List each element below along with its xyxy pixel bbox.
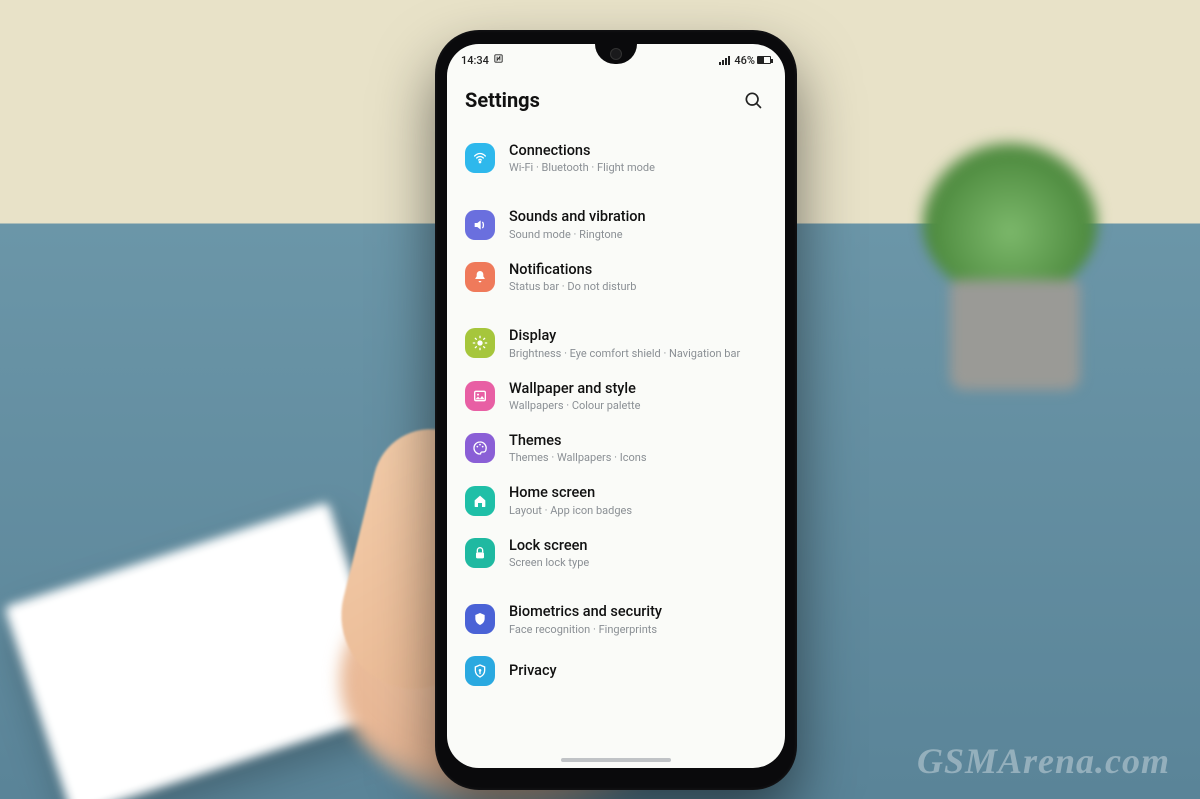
watermark: GSMArena.com — [917, 743, 1170, 779]
row-subtitle: Sound mode · Ringtone — [509, 228, 646, 241]
row-title: Privacy — [509, 662, 557, 679]
settings-row-home[interactable]: Home screen Layout · App icon badges — [451, 474, 781, 526]
settings-row-display[interactable]: Display Brightness · Eye comfort shield ·… — [451, 317, 781, 369]
page-title: Settings — [465, 88, 540, 112]
settings-row-biometrics[interactable]: Biometrics and security Face recognition … — [451, 593, 781, 645]
row-title: Sounds and vibration — [509, 208, 646, 225]
sun-icon — [465, 328, 495, 358]
background-plant — [900, 130, 1120, 390]
row-subtitle: Brightness · Eye comfort shield · Naviga… — [509, 347, 740, 360]
sound-icon — [465, 210, 495, 240]
settings-row-wallpaper[interactable]: Wallpaper and style Wallpapers · Colour p… — [451, 370, 781, 422]
gesture-bar[interactable] — [561, 758, 671, 762]
nfc-icon — [493, 53, 504, 67]
row-title: Notifications — [509, 261, 636, 278]
battery-percent: 46% — [734, 54, 755, 67]
row-title: Wallpaper and style — [509, 380, 640, 397]
row-subtitle: Layout · App icon badges — [509, 504, 632, 517]
signal-icon — [719, 56, 730, 65]
privacy-icon — [465, 656, 495, 686]
settings-row-themes[interactable]: Themes Themes · Wallpapers · Icons — [451, 422, 781, 474]
row-subtitle: Themes · Wallpapers · Icons — [509, 451, 647, 464]
row-subtitle: Status bar · Do not disturb — [509, 280, 636, 293]
bell-icon — [465, 262, 495, 292]
search-button[interactable] — [739, 86, 767, 114]
shield-icon — [465, 604, 495, 634]
row-title: Biometrics and security — [509, 603, 662, 620]
row-subtitle: Face recognition · Fingerprints — [509, 623, 662, 636]
settings-row-lock[interactable]: Lock screen Screen lock type — [451, 527, 781, 579]
battery-indicator: 46% — [734, 54, 771, 67]
search-icon — [743, 90, 763, 110]
settings-row-privacy[interactable]: Privacy — [451, 646, 781, 696]
row-title: Connections — [509, 142, 655, 159]
phone-frame: 14:34 46% Settings Connections Wi-Fi · Bl… — [435, 30, 797, 790]
paint-icon — [465, 433, 495, 463]
row-title: Lock screen — [509, 537, 589, 554]
background-box — [4, 502, 395, 799]
wifi-icon — [465, 143, 495, 173]
row-subtitle: Wi-Fi · Bluetooth · Flight mode — [509, 161, 655, 174]
settings-list[interactable]: Connections Wi-Fi · Bluetooth · Flight mo… — [447, 132, 785, 696]
row-subtitle: Wallpapers · Colour palette — [509, 399, 640, 412]
header: Settings — [447, 72, 785, 132]
lock-icon — [465, 538, 495, 568]
row-title: Display — [509, 327, 740, 344]
phone-screen: 14:34 46% Settings Connections Wi-Fi · Bl… — [447, 44, 785, 768]
settings-row-connections[interactable]: Connections Wi-Fi · Bluetooth · Flight mo… — [451, 132, 781, 184]
row-title: Home screen — [509, 484, 632, 501]
home-icon — [465, 486, 495, 516]
settings-row-notifications[interactable]: Notifications Status bar · Do not disturb — [451, 251, 781, 303]
image-icon — [465, 381, 495, 411]
row-title: Themes — [509, 432, 647, 449]
settings-row-sounds[interactable]: Sounds and vibration Sound mode · Rington… — [451, 198, 781, 250]
row-subtitle: Screen lock type — [509, 556, 589, 569]
status-time: 14:34 — [461, 54, 489, 67]
